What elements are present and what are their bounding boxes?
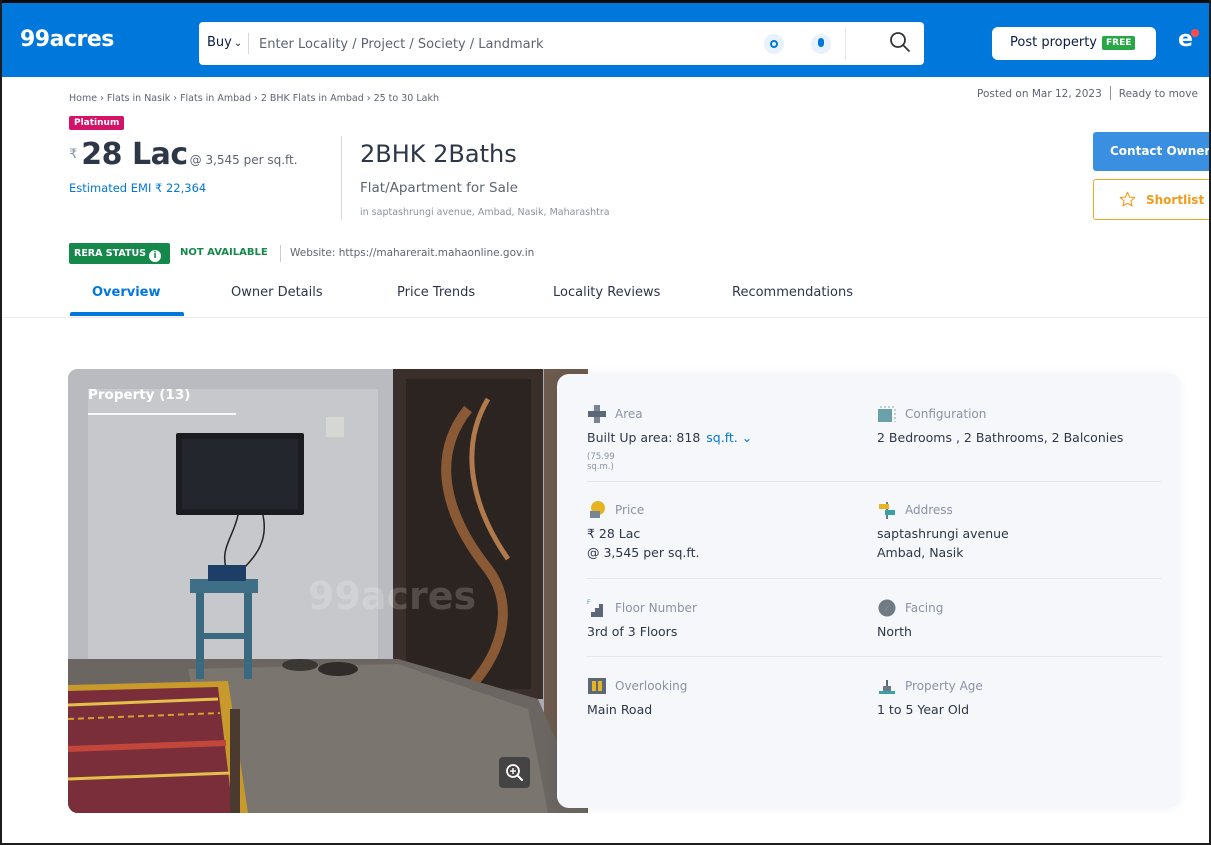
notification-dot — [1191, 29, 1199, 37]
gallery-title-underline — [88, 413, 236, 415]
overlooking-label: Overlooking — [615, 679, 688, 693]
property-type: Flat/Apartment for Sale — [360, 180, 518, 196]
page-frame: 99acres Buy⌄ Post propertyFREE e Home › … — [0, 0, 1211, 845]
property-details-panel: Area Built Up area: 818 sq.ft. ⌄ (75.99 s… — [557, 374, 1181, 808]
posted-info: Posted on Mar 12, 2023 Ready to move — [977, 86, 1198, 100]
address-value: saptashrungi avenue Ambad, Nasik — [877, 524, 1009, 562]
price-detail-value: ₹ 28 Lac @ 3,545 per sq.ft. — [587, 524, 699, 562]
configuration-label: Configuration — [905, 407, 987, 421]
rera-badge-label: RERA STATUS — [74, 248, 147, 259]
floor-label: Floor Number — [615, 601, 697, 615]
overlooking-value: Main Road — [587, 702, 653, 717]
area-unit-dropdown[interactable]: sq.ft. ⌄ — [706, 430, 752, 445]
platinum-badge: Platinum — [69, 116, 125, 130]
tab-locality-reviews[interactable]: Locality Reviews — [553, 285, 660, 300]
location-icon[interactable] — [764, 34, 784, 54]
divider — [1109, 86, 1111, 100]
watermark: 99acres — [308, 574, 476, 618]
star-icon — [1119, 191, 1136, 207]
rera-website: Website: https://maharerait.mahaonline.g… — [290, 247, 535, 259]
address-label: Address — [905, 503, 953, 517]
divider — [280, 245, 281, 262]
shortlist-label: Shortlist — [1146, 193, 1205, 207]
buy-label: Buy — [207, 35, 232, 50]
buy-dropdown[interactable]: Buy ⌄ — [207, 35, 242, 50]
rera-status: NOT AVAILABLE — [180, 247, 268, 258]
price-detail-line2: @ 3,545 per sq.ft. — [587, 545, 700, 560]
divider — [845, 28, 846, 60]
section-tabs: Overview Owner Details Price Trends Loca… — [2, 280, 1209, 318]
chevron-down-icon: ⌄ — [233, 38, 243, 49]
active-tab-indicator — [70, 312, 184, 316]
address-line1: saptashrungi avenue — [877, 526, 1009, 541]
zoom-icon[interactable] — [499, 757, 530, 788]
facing-label: Facing — [905, 601, 944, 615]
configuration-icon — [878, 406, 896, 422]
tab-recommendations[interactable]: Recommendations — [732, 285, 853, 300]
price-value: 28 Lac — [81, 137, 188, 172]
tab-owner-details[interactable]: Owner Details — [231, 285, 323, 300]
area-unit-label: sq.ft. — [706, 430, 738, 445]
address-line2: Ambad, Nasik — [877, 545, 964, 560]
chevron-down-icon: ⌄ — [741, 430, 753, 445]
ready-status: Ready to move — [1118, 88, 1198, 100]
price-label: Price — [615, 503, 645, 517]
divider — [341, 136, 342, 220]
area-label: Area — [615, 407, 643, 421]
property-location: in saptashrungi avenue, Ambad, Nasik, Ma… — [360, 207, 610, 218]
price-detail-line1: ₹ 28 Lac — [587, 526, 641, 541]
area-value-text: Built Up area: 818 — [587, 430, 701, 445]
divider — [587, 578, 1161, 579]
facing-icon — [878, 599, 896, 617]
area-value: Built Up area: 818 sq.ft. ⌄ — [587, 428, 752, 447]
breadcrumb[interactable]: Home › Flats in Nasik › Flats in Ambad ›… — [69, 93, 439, 104]
rera-badge: RERA STATUS i — [69, 243, 170, 264]
search-input[interactable] — [259, 32, 739, 56]
area-sqm: (75.99 sq.m.) — [587, 452, 615, 472]
mic-icon[interactable] — [811, 34, 831, 54]
overlooking-icon — [588, 678, 606, 694]
property-photo: 99acres — [68, 369, 588, 813]
price-rate: @ 3,545 per sq.ft. — [189, 153, 298, 167]
address-icon — [879, 502, 895, 519]
search-bar: Buy ⌄ — [199, 22, 924, 65]
shortlist-button[interactable]: Shortlist — [1093, 179, 1209, 220]
gallery-title[interactable]: Property (13) — [88, 387, 190, 403]
property-age-label: Property Age — [905, 679, 983, 693]
facing-value: North — [877, 624, 912, 639]
property-age-icon — [879, 680, 895, 694]
search-icon[interactable] — [889, 31, 911, 53]
tab-price-trends[interactable]: Price Trends — [397, 285, 475, 300]
floor-value: 3rd of 3 Floors — [587, 624, 678, 639]
top-header: 99acres Buy⌄ Post propertyFREE e — [2, 0, 1209, 77]
rupee-symbol: ₹ — [69, 147, 78, 162]
property-age-value: 1 to 5 Year Old — [877, 702, 970, 717]
divider — [248, 33, 249, 54]
posted-date: Posted on Mar 12, 2023 — [977, 88, 1102, 100]
contact-owner-button[interactable]: Contact Owner — [1093, 132, 1209, 171]
post-property-label: Post property — [1010, 35, 1097, 50]
svg-text:F: F — [587, 599, 591, 606]
price-icon — [590, 501, 605, 518]
price-block: ₹28 Lac @ 3,545 per sq.ft. — [69, 137, 298, 172]
configuration-value: 2 Bedrooms , 2 Bathrooms, 2 Balconies — [877, 430, 1124, 445]
property-photo-gallery[interactable]: 99acres Property (13) — [68, 369, 588, 813]
area-icon — [588, 405, 606, 423]
floor-icon: F — [587, 599, 603, 617]
site-logo[interactable]: 99acres — [20, 27, 114, 52]
divider — [587, 656, 1161, 657]
info-icon[interactable]: i — [149, 250, 162, 262]
divider — [587, 481, 1161, 482]
free-badge: FREE — [1101, 36, 1136, 50]
tab-overview[interactable]: Overview — [92, 285, 161, 300]
property-title: 2BHK 2Baths — [360, 140, 517, 168]
emi-link[interactable]: Estimated EMI ₹ 22,364 — [69, 181, 206, 195]
post-property-button[interactable]: Post property FREE — [992, 27, 1156, 60]
